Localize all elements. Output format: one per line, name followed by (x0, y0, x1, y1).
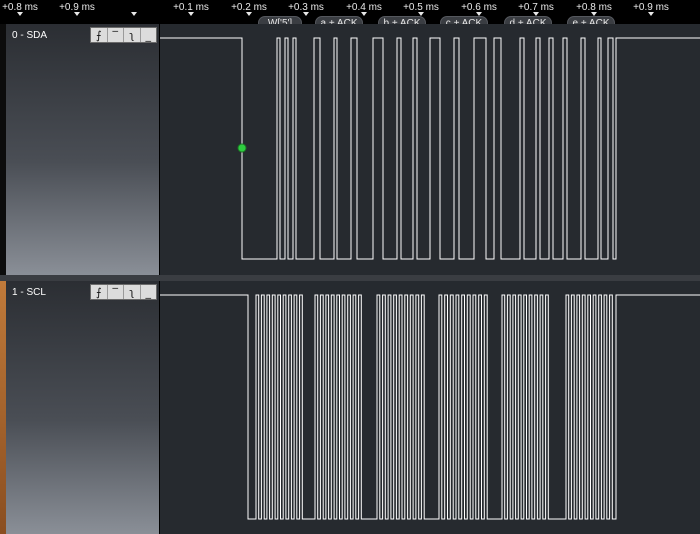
trigger-selector[interactable]: ⨍ ‾ ʅ _ (90, 284, 157, 300)
tick-arrow-icon (648, 12, 654, 16)
channel-label[interactable]: 0 - SDA (12, 30, 47, 41)
channel-color-swatch[interactable] (0, 281, 6, 534)
tick-arrow-icon (74, 12, 80, 16)
channel-color-swatch[interactable] (0, 24, 6, 275)
low-level-icon[interactable]: _ (141, 28, 157, 42)
falling-edge-icon[interactable]: ʅ (124, 28, 141, 42)
cursor-marker[interactable] (237, 143, 247, 153)
tick-arrow-icon (361, 12, 367, 16)
trigger-selector[interactable]: ⨍ ‾ ʅ _ (90, 27, 157, 43)
tick-arrow-icon (188, 12, 194, 16)
channel-panel-sda[interactable]: 0 - SDA ⨍ ‾ ʅ _ (0, 24, 160, 275)
rising-edge-icon[interactable]: ⨍ (91, 285, 108, 299)
scl-trace (160, 294, 700, 520)
sda-trace (160, 37, 700, 260)
channel-label[interactable]: 1 - SCL (12, 287, 46, 298)
rising-edge-icon[interactable]: ⨍ (91, 28, 108, 42)
tick-arrow-icon (246, 12, 252, 16)
tick-arrow-icon (131, 12, 137, 16)
waveform-scl[interactable] (160, 281, 700, 534)
low-level-icon[interactable]: _ (141, 285, 157, 299)
channel-panel-scl[interactable]: 1 - SCL ⨍ ‾ ʅ _ (0, 281, 160, 534)
high-level-icon[interactable]: ‾ (108, 28, 124, 42)
tick-arrow-icon (303, 12, 309, 16)
tick-arrow-icon (17, 12, 23, 16)
waveform-sda[interactable] (160, 24, 700, 275)
falling-edge-icon[interactable]: ʅ (124, 285, 141, 299)
high-level-icon[interactable]: ‾ (108, 285, 124, 299)
